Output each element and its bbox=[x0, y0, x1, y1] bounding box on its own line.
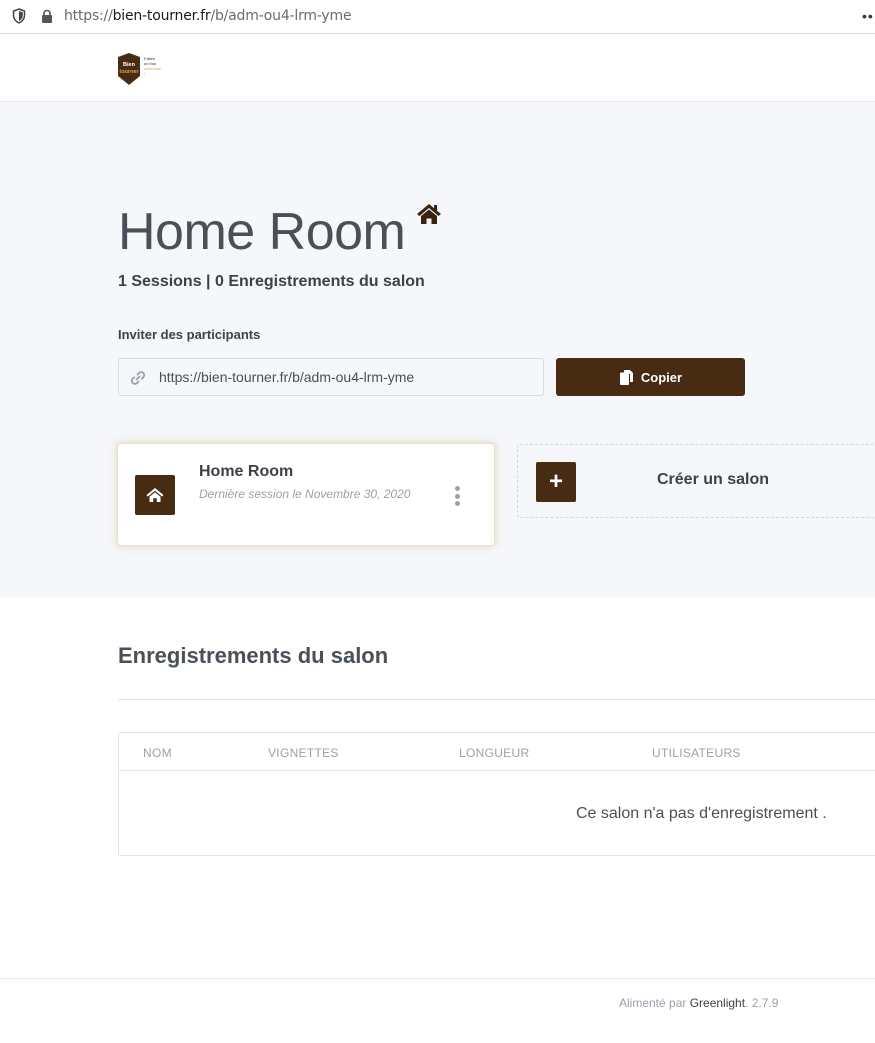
room-card[interactable]: Home Room Dernière session le Novembre 3… bbox=[118, 444, 494, 545]
url-prefix: https:// bbox=[64, 8, 113, 24]
room-hero: Home Room 1 Sessions | 0 Enregistrements… bbox=[0, 102, 875, 597]
empty-recordings-message: Ce salon n'a pas d'enregistrement . bbox=[576, 805, 827, 822]
invite-url-field[interactable] bbox=[118, 358, 544, 396]
room-card-last-session: Dernière session le Novembre 30, 2020 bbox=[199, 487, 411, 501]
shield-icon[interactable] bbox=[12, 8, 26, 24]
svg-text:tourner: tourner bbox=[119, 69, 139, 75]
kebab-dot bbox=[454, 501, 460, 506]
copy-icon bbox=[619, 369, 633, 385]
room-card-icon bbox=[135, 475, 175, 515]
home-icon bbox=[146, 488, 164, 502]
browser-url-bar[interactable]: https://bien-tourner.fr/b/adm-ou4-lrm-ym… bbox=[0, 0, 875, 34]
divider bbox=[118, 699, 875, 700]
room-stats: 1 Sessions | 0 Enregistrements du salon bbox=[118, 273, 425, 290]
greenlight-link[interactable]: Greenlight bbox=[690, 996, 745, 1010]
version-text: . 2.7.9 bbox=[745, 996, 779, 1010]
plus-icon: + bbox=[536, 462, 576, 502]
column-header-users[interactable]: UTILISATEURS bbox=[652, 746, 741, 760]
create-room-card[interactable]: + Créer un salon bbox=[517, 444, 875, 518]
create-room-label: Créer un salon bbox=[657, 471, 770, 488]
copy-button[interactable]: Copier bbox=[556, 358, 745, 396]
column-header-thumbnails[interactable]: VIGNETTES bbox=[268, 746, 339, 760]
lock-icon[interactable] bbox=[40, 9, 54, 23]
table-header: NOM VIGNETTES LONGUEUR UTILISATEURS bbox=[119, 733, 875, 771]
room-card-title: Home Room bbox=[199, 463, 294, 480]
column-header-length[interactable]: LONGUEUR bbox=[459, 746, 529, 760]
svg-text:webinaire: webinaire bbox=[144, 66, 162, 71]
link-icon bbox=[130, 371, 146, 385]
invite-label: Inviter des participants bbox=[118, 327, 261, 342]
home-icon bbox=[417, 204, 441, 224]
site-header: Bien tourner Faites un bon webinaire ! bbox=[0, 35, 875, 102]
copy-button-label: Copier bbox=[640, 369, 683, 385]
kebab-dot bbox=[454, 493, 460, 499]
url-path: /b/adm-ou4-lrm-yme bbox=[210, 8, 352, 24]
column-header-name[interactable]: NOM bbox=[143, 746, 172, 760]
page-title: Home Room bbox=[118, 203, 406, 261]
svg-text:!: ! bbox=[144, 71, 145, 76]
powered-by-text: Alimenté par bbox=[619, 996, 690, 1010]
recordings-table: NOM VIGNETTES LONGUEUR UTILISATEURS Ce s… bbox=[118, 732, 875, 856]
recordings-title: Enregistrements du salon bbox=[118, 643, 389, 668]
kebab-menu-icon[interactable] bbox=[451, 486, 463, 506]
page-actions-icon[interactable]: •• bbox=[862, 8, 874, 24]
footer: Alimenté par Greenlight. 2.7.9 bbox=[0, 978, 875, 1043]
svg-text:Bien: Bien bbox=[123, 62, 136, 68]
kebab-dot bbox=[454, 486, 460, 491]
footer-text: Alimenté par Greenlight. 2.7.9 bbox=[619, 996, 778, 1010]
invite-url-input[interactable] bbox=[159, 359, 539, 395]
url-text[interactable]: https://bien-tourner.fr/b/adm-ou4-lrm-ym… bbox=[64, 8, 352, 24]
bien-tourner-logo[interactable]: Bien tourner Faites un bon webinaire ! bbox=[117, 52, 165, 86]
url-domain: bien-tourner.fr bbox=[112, 8, 211, 24]
